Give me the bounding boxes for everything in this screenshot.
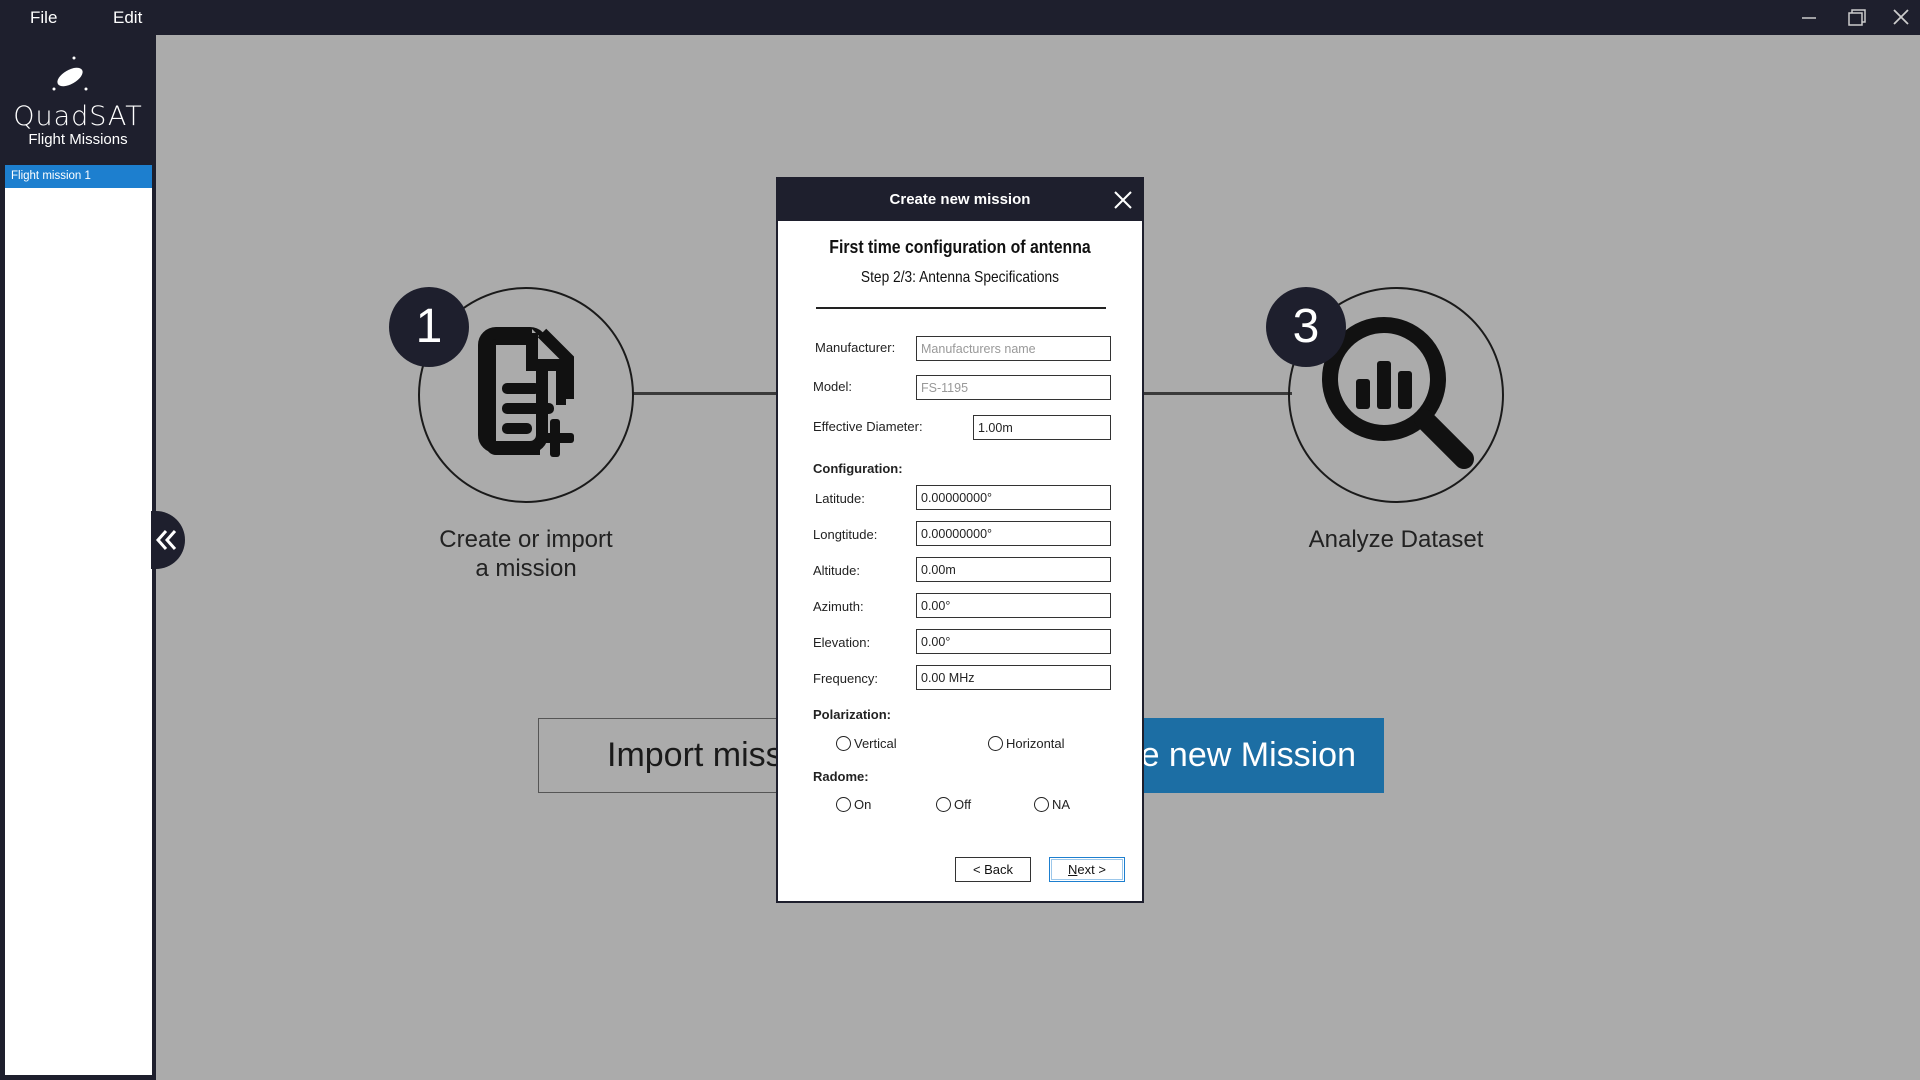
radio-circle[interactable]	[1034, 797, 1049, 812]
effective-diameter-label: Effective Diameter:	[813, 419, 923, 434]
frequency-label: Frequency:	[813, 671, 879, 686]
step-1-badge: 1	[389, 287, 469, 367]
back-button[interactable]: < Back	[955, 857, 1031, 882]
polarization-vertical-radio[interactable]: Vertical	[836, 736, 897, 751]
model-input[interactable]	[916, 375, 1111, 400]
elevation-input[interactable]	[916, 629, 1111, 654]
polarization-heading: Polarization:	[813, 707, 892, 722]
configuration-heading: Configuration:	[813, 461, 903, 476]
collapse-sidebar-button[interactable]	[151, 511, 185, 569]
altitude-input[interactable]	[916, 557, 1111, 582]
sidebar: QuadSAT Flight Missions Flight mission 1	[0, 35, 156, 1080]
title-bar: File Edit	[0, 0, 1920, 35]
radio-label: NA	[1052, 797, 1071, 812]
radio-circle[interactable]	[936, 797, 951, 812]
next-button[interactable]: Next >	[1049, 857, 1125, 882]
longitude-input[interactable]	[916, 521, 1111, 546]
radome-off-radio[interactable]: Off	[936, 797, 971, 812]
radio-circle[interactable]	[988, 736, 1003, 751]
altitude-label: Altitude:	[813, 563, 860, 578]
restore-icon[interactable]	[1842, 4, 1872, 32]
azimuth-label: Azimuth:	[813, 599, 864, 614]
menu-file[interactable]: File	[30, 8, 57, 28]
manufacturer-label: Manufacturer:	[815, 340, 896, 355]
frequency-input[interactable]	[916, 665, 1111, 690]
divider	[816, 307, 1106, 309]
step-connector	[1142, 392, 1292, 395]
mission-list-item[interactable]: Flight mission 1	[5, 165, 152, 188]
step-3-badge: 3	[1266, 287, 1346, 367]
close-icon[interactable]	[1112, 189, 1134, 211]
create-mission-dialog: Create new mission First time configurat…	[776, 177, 1144, 903]
radome-heading: Radome:	[813, 769, 869, 784]
double-chevron-left-icon	[155, 530, 177, 550]
step-3-label: Analyze Dataset	[1308, 526, 1484, 553]
azimuth-input[interactable]	[916, 593, 1111, 618]
radio-circle[interactable]	[836, 736, 851, 751]
radio-circle[interactable]	[836, 797, 851, 812]
radio-label: On	[854, 797, 872, 812]
dialog-title: First time configuration of antenna	[829, 237, 1091, 257]
minimize-icon[interactable]	[1794, 4, 1824, 32]
menu-edit[interactable]: Edit	[113, 8, 142, 28]
logo-text: QuadSAT	[13, 101, 143, 132]
mission-list: Flight mission 1	[5, 165, 152, 1075]
step-1-label-line1: Create or import	[439, 526, 613, 553]
file-plus-icon	[478, 327, 574, 457]
next-button-label: ext >	[1077, 862, 1106, 877]
radio-label: Off	[954, 797, 972, 812]
radome-na-radio[interactable]: NA	[1034, 797, 1070, 812]
elevation-label: Elevation:	[813, 635, 871, 650]
model-label: Model:	[813, 379, 853, 394]
close-window-icon[interactable]	[1886, 4, 1916, 32]
polarization-horizontal-radio[interactable]: Horizontal	[988, 736, 1065, 751]
dialog-subtitle: Step 2/3: Antenna Specifications	[860, 269, 1060, 286]
radome-on-radio[interactable]: On	[836, 797, 871, 812]
radio-label: Vertical	[854, 736, 897, 751]
step-connector	[632, 392, 780, 395]
manufacturer-input[interactable]	[916, 336, 1111, 361]
effective-diameter-input[interactable]	[973, 415, 1111, 440]
step-1-label-line2: a mission	[475, 555, 577, 582]
flight-missions-heading: Flight Missions	[28, 131, 128, 148]
dialog-header: Create new mission	[778, 179, 1142, 221]
next-button-mnemonic: N	[1068, 862, 1078, 877]
radio-label: Horizontal	[1006, 736, 1065, 751]
latitude-label: Latitude:	[815, 491, 865, 506]
latitude-input[interactable]	[916, 485, 1111, 510]
step-1-label: Create or import a mission	[410, 525, 642, 583]
longitude-label: Longtitude:	[813, 527, 878, 542]
